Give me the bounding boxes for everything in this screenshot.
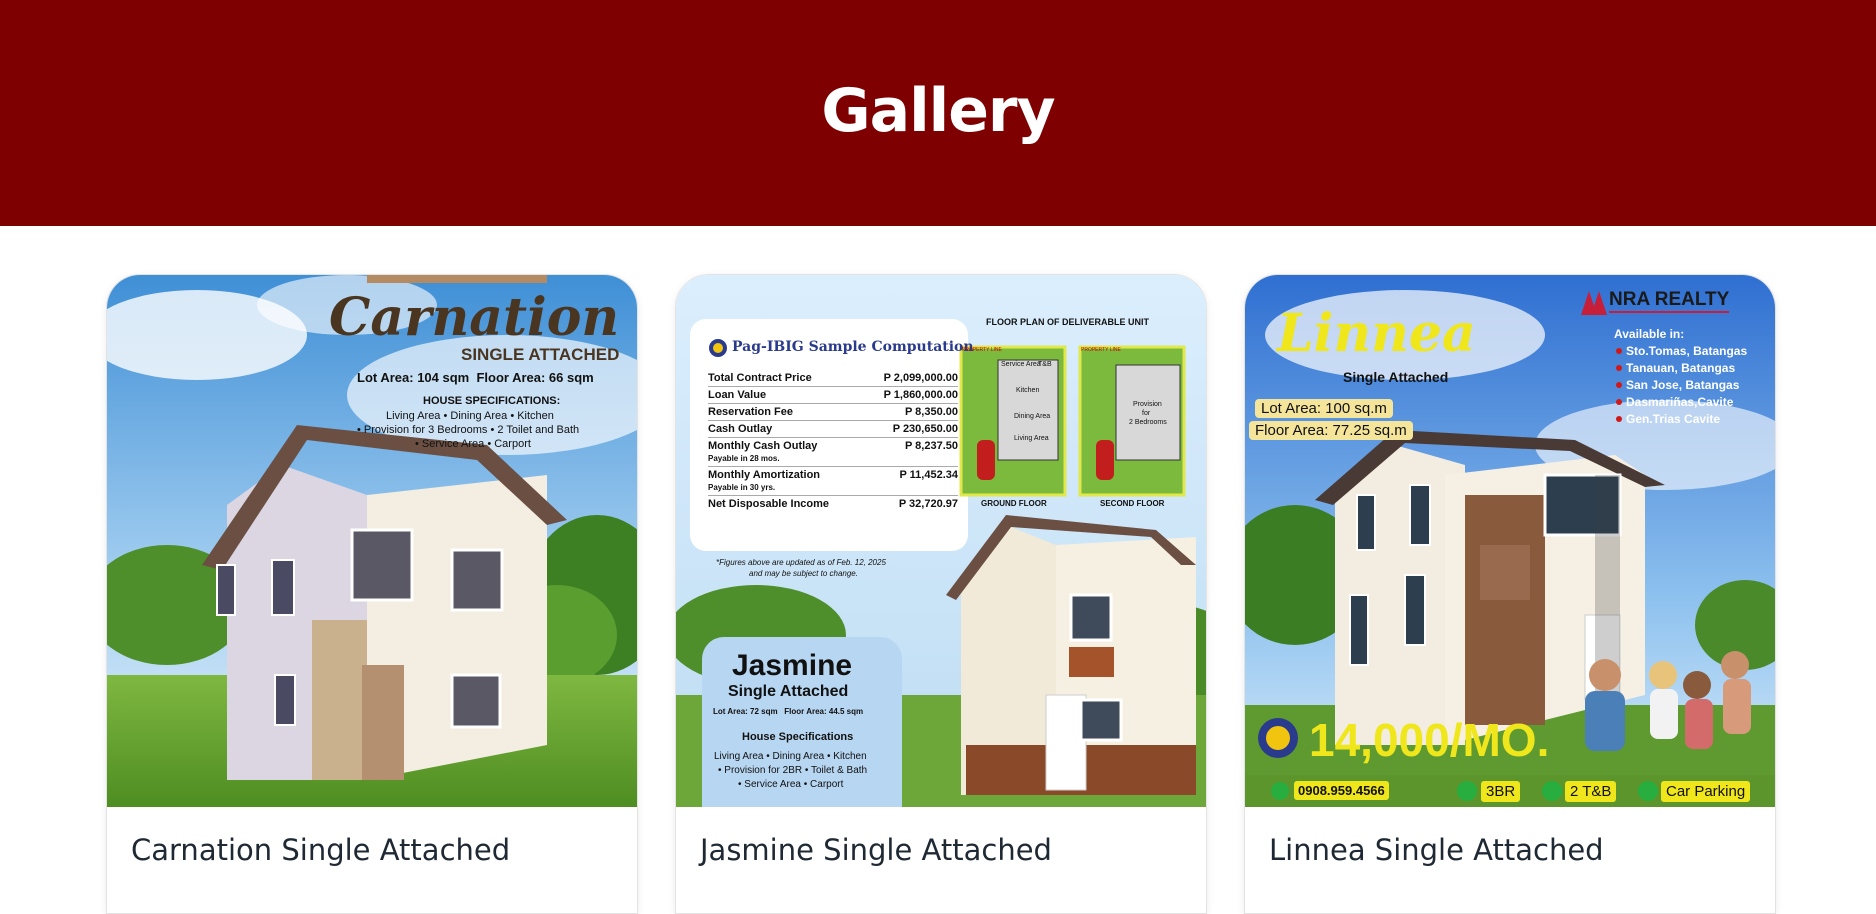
carnation-spec-line: Living Area • Dining Area • Kitchen bbox=[386, 410, 554, 422]
computation-label: Monthly Amortization bbox=[708, 469, 821, 481]
computation-label: Reservation Fee bbox=[708, 406, 793, 418]
carnation-spec-heading: HOUSE SPECIFICATIONS: bbox=[423, 395, 561, 407]
gallery-card-jasmine[interactable]: Pag-IBIG Sample Computation Total Contra… bbox=[675, 274, 1207, 914]
computation-row: Reservation Fee P 8,350.00 bbox=[708, 404, 958, 421]
gallery-grid: Carnation SINGLE ATTACHED Lot Area: 104 … bbox=[106, 274, 1776, 914]
location-item: Tanauan, Batangas bbox=[1626, 361, 1736, 375]
computation-row: Monthly Amortization Payable in 30 yrs. P … bbox=[708, 467, 958, 496]
jasmine-brand: Jasmine bbox=[732, 649, 853, 682]
computation-footnote: and may be subject to change. bbox=[749, 569, 858, 578]
computation-label: Cash Outlay bbox=[708, 423, 773, 435]
computation-note: Payable in 30 yrs. bbox=[708, 483, 776, 492]
property-line-label: PROPERTY LINE bbox=[962, 347, 1002, 353]
gallery-card-carnation[interactable]: Carnation SINGLE ATTACHED Lot Area: 104 … bbox=[106, 274, 638, 914]
location-item: Gen.Trias Cavite bbox=[1626, 412, 1721, 426]
floorplan-room: Kitchen bbox=[1016, 387, 1040, 394]
carnation-brand: Carnation bbox=[329, 287, 620, 348]
computation-row: Total Contract Price P 2,099,000.00 bbox=[708, 370, 958, 387]
computation-value: P 11,452.34 bbox=[899, 469, 958, 481]
gallery-header: Gallery bbox=[0, 0, 1876, 226]
computation-value: P 8,237.50 bbox=[904, 440, 958, 452]
computation-row: Loan Value P 1,860,000.00 bbox=[708, 387, 958, 404]
floorplan-room: Provision bbox=[1133, 401, 1162, 408]
ground-floor-label: GROUND FLOOR bbox=[981, 499, 1047, 508]
location-item: Dasmariñas,Cavite bbox=[1626, 395, 1734, 409]
floorplan-room: for bbox=[1142, 410, 1151, 417]
monthly-price: 14,000/MO. bbox=[1309, 714, 1550, 766]
floorplan-room: Service Area bbox=[1001, 361, 1041, 368]
jasmine-spec-line: Living Area • Dining Area • Kitchen bbox=[714, 751, 867, 762]
carnation-subtitle: SINGLE ATTACHED bbox=[461, 345, 620, 364]
lot-area-badge: Lot Area: 100 sq.m bbox=[1255, 399, 1393, 418]
linnea-brand: Linnea bbox=[1277, 303, 1476, 364]
computation-label: Monthly Cash Outlay bbox=[708, 440, 818, 452]
computation-value: P 8,350.00 bbox=[904, 406, 958, 418]
floorplan-room: Dining Area bbox=[1014, 413, 1051, 420]
computation-row: Cash Outlay P 230,650.00 bbox=[708, 421, 958, 438]
second-floor-label: SECOND FLOOR bbox=[1100, 499, 1165, 508]
computation-value: P 32,720.97 bbox=[898, 498, 958, 510]
gallery-card-linnea[interactable]: NRA REALTY Linnea Single Attached Lot Ar… bbox=[1244, 274, 1776, 914]
feature-badge: Car Parking bbox=[1661, 781, 1751, 802]
property-line-label: PROPERTY LINE bbox=[1081, 347, 1121, 353]
realty-logo: NRA REALTY bbox=[1609, 289, 1730, 313]
jasmine-spec-line: • Provision for 2BR • Toilet & Bath bbox=[718, 765, 868, 776]
page-title: Gallery bbox=[821, 76, 1055, 146]
jasmine-areas: Lot Area: 72 sqm Floor Area: 44.5 sqm bbox=[713, 707, 864, 716]
computation-row: Monthly Cash Outlay Payable in 28 mos. P 8… bbox=[708, 438, 958, 467]
computation-row: Net Disposable Income P 32,720.97 bbox=[708, 496, 958, 512]
floorplan-room: Living Area bbox=[1014, 435, 1049, 442]
carnation-areas: Lot Area: 104 sqm Floor Area: 66 sqm bbox=[357, 370, 594, 385]
card-title[interactable]: Carnation Single Attached bbox=[107, 807, 637, 893]
jasmine-spec-line: • Service Area • Carport bbox=[738, 779, 844, 790]
floorplan-title: FLOOR PLAN OF DELIVERABLE UNIT bbox=[986, 317, 1149, 327]
computation-title: Pag-IBIG Sample Computation bbox=[732, 339, 974, 355]
card-title[interactable]: Linnea Single Attached bbox=[1245, 807, 1775, 893]
computation-footnote: *Figures above are updated as of Feb. 12… bbox=[716, 558, 886, 567]
feature-badge: 3BR bbox=[1481, 781, 1521, 802]
carnation-image[interactable]: Carnation SINGLE ATTACHED Lot Area: 104 … bbox=[107, 275, 637, 807]
computation-label: Net Disposable Income bbox=[708, 498, 830, 510]
linnea-image[interactable]: NRA REALTY Linnea Single Attached Lot Ar… bbox=[1245, 275, 1775, 807]
floor-area-badge: Floor Area: 77.25 sq.m bbox=[1249, 421, 1413, 440]
feature-badge: 2 T&B bbox=[1565, 781, 1617, 802]
computation-value: P 2,099,000.00 bbox=[883, 372, 958, 384]
phone-number: 0908.959.4566 bbox=[1294, 781, 1389, 800]
jasmine-image[interactable]: Pag-IBIG Sample Computation Total Contra… bbox=[676, 275, 1206, 807]
computation-label: Total Contract Price bbox=[708, 372, 812, 384]
carnation-spec-line: • Provision for 3 Bedrooms • 2 Toilet an… bbox=[357, 424, 580, 436]
computation-value: P 230,650.00 bbox=[892, 423, 958, 435]
card-title[interactable]: Jasmine Single Attached bbox=[676, 807, 1206, 893]
computation-label: Loan Value bbox=[708, 389, 767, 401]
available-heading: Available in: bbox=[1614, 327, 1685, 341]
floorplan-room: T&B bbox=[1038, 361, 1052, 368]
computation-value: P 1,860,000.00 bbox=[883, 389, 958, 401]
carnation-spec-line: • Service Area • Carport bbox=[415, 438, 531, 450]
floorplan-room: 2 Bedrooms bbox=[1129, 419, 1167, 426]
location-item: San Jose, Batangas bbox=[1626, 378, 1740, 392]
jasmine-spec-heading: House Specifications bbox=[742, 731, 854, 743]
location-item: Sto.Tomas, Batangas bbox=[1626, 344, 1748, 358]
linnea-subtitle: Single Attached bbox=[1343, 369, 1449, 385]
computation-note: Payable in 28 mos. bbox=[708, 454, 780, 463]
jasmine-subtitle: Single Attached bbox=[728, 683, 849, 700]
